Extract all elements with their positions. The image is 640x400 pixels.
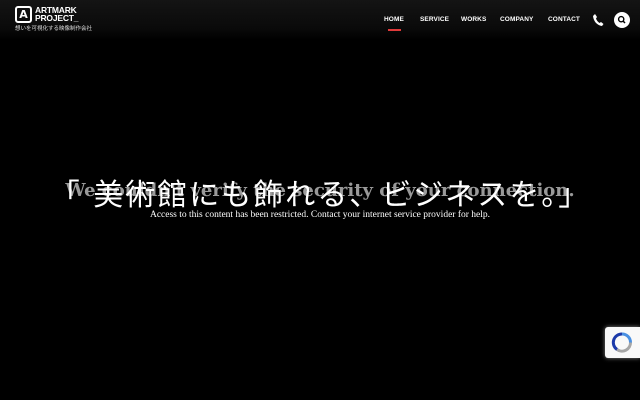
security-warning-title: We couldn't verify the security of your … (65, 180, 575, 201)
logo-mark-icon: A (15, 6, 32, 23)
active-nav-indicator (388, 29, 401, 31)
top-navigation-bar: A ARTMARK PROJECT_ 想いを可視化する映像制作会社 HOME S… (0, 0, 640, 40)
phone-icon[interactable] (592, 13, 604, 27)
site-logo[interactable]: A ARTMARK PROJECT_ 想いを可視化する映像制作会社 (15, 6, 95, 36)
search-icon (617, 15, 626, 24)
nav-item-service[interactable]: SERVICE (420, 15, 449, 25)
nav-item-home[interactable]: HOME (384, 15, 404, 25)
recaptcha-badge[interactable] (605, 327, 640, 358)
nav-item-contact[interactable]: CONTACT (548, 15, 580, 25)
security-warning-message: Access to this content has been restrict… (149, 210, 491, 220)
logo-wordmark: ARTMARK PROJECT_ (35, 6, 99, 23)
logo-line-2: PROJECT_ (35, 13, 79, 23)
logo-tagline: 想いを可視化する映像制作会社 (15, 26, 93, 32)
nav-item-company[interactable]: COMPANY (500, 15, 533, 25)
nav-item-works[interactable]: WORKS (461, 15, 486, 25)
search-button[interactable] (614, 12, 630, 28)
recaptcha-icon (611, 332, 633, 353)
